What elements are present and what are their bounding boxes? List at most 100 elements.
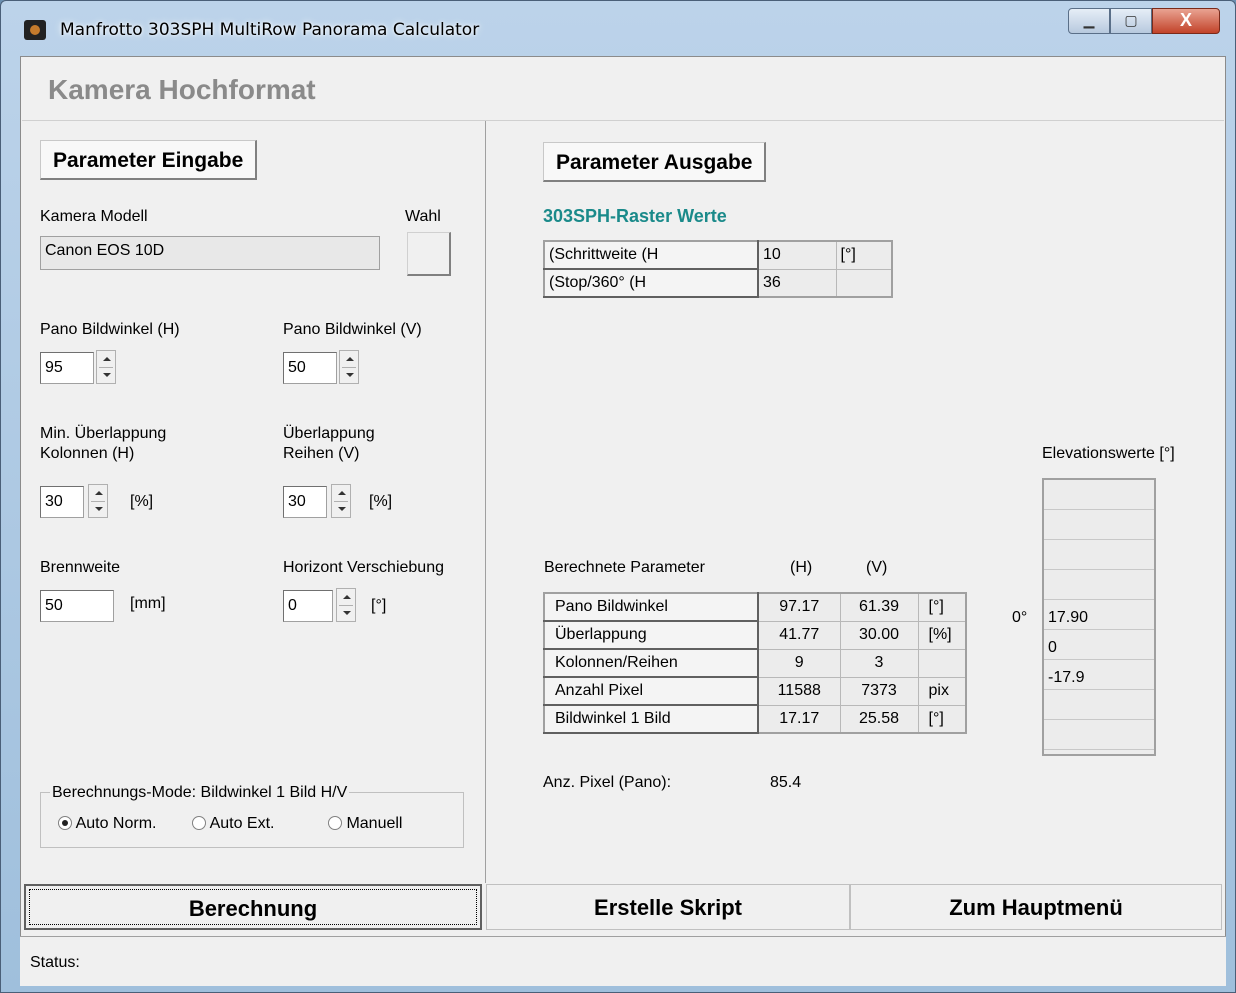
status-bar (20, 936, 1226, 986)
focal-length-input[interactable]: 50 (40, 590, 114, 622)
list-item (1044, 720, 1154, 750)
table-row: Pano Bildwinkel 97.17 61.39 [°] (543, 592, 967, 622)
title-divider (22, 120, 1224, 121)
elevation-list: 17.90 0 -17.9 (1042, 478, 1156, 756)
mode-auto-norm[interactable]: Auto Norm. (58, 814, 156, 834)
param-h: 9 (757, 648, 841, 678)
param-label: Pano Bildwinkel (543, 592, 759, 622)
param-h: 97.17 (757, 592, 841, 622)
hauptmenu-button[interactable]: Zum Hauptmenü (850, 884, 1222, 930)
focal-length-label: Brennweite (40, 559, 121, 576)
maximize-button[interactable]: ▢ (1110, 8, 1152, 34)
param-v: 61.39 (839, 592, 919, 622)
pixel-pano-label: Anz. Pixel (Pano): (543, 774, 672, 791)
table-row: (Schrittweite (H 10 [°] (543, 240, 893, 270)
table-row: Kolonnen/Reihen 9 3 (543, 648, 967, 678)
pano-v-label: Pano Bildwinkel (V) (283, 321, 422, 338)
close-button[interactable]: X (1152, 8, 1220, 34)
erstelle-skript-button[interactable]: Erstelle Skript (486, 884, 850, 930)
param-h: 41.77 (757, 620, 841, 650)
window-title: Manfrotto 303SPH MultiRow Panorama Calcu… (60, 20, 480, 40)
param-unit: [%] (917, 620, 967, 650)
col-h-header: (H) (790, 559, 813, 576)
param-unit: pix (917, 676, 967, 706)
overlap-rows-stepper[interactable] (331, 484, 351, 518)
choose-camera-button[interactable] (407, 232, 451, 276)
table-row: (Stop/360° (H 36 (543, 268, 893, 298)
radio-icon[interactable] (192, 816, 206, 830)
param-unit: [°] (917, 704, 967, 734)
param-h: 17.17 (757, 704, 841, 734)
parameter-ausgabe-button[interactable]: Parameter Ausgabe (543, 142, 767, 182)
raster-row-unit (835, 268, 893, 298)
camera-icon (24, 20, 46, 40)
horizon-shift-unit: [°] (371, 597, 387, 614)
focal-length-unit: [mm] (130, 595, 166, 612)
mode-manuell[interactable]: Manuell (328, 814, 402, 834)
list-item: -17.9 (1044, 660, 1154, 690)
param-label: Anzahl Pixel (543, 676, 759, 706)
title-bar[interactable]: Manfrotto 303SPH MultiRow Panorama Calcu… (0, 0, 1236, 44)
table-row: Anzahl Pixel 11588 7373 pix (543, 676, 967, 706)
calc-params-title: Berechnete Parameter (544, 559, 705, 576)
raster-table: (Schrittweite (H 10 [°] (Stop/360° (H 36 (543, 240, 893, 298)
overlap-rows-input[interactable]: 30 (283, 486, 327, 518)
pixel-pano-value: 85.4 (770, 774, 802, 791)
param-v: 3 (839, 648, 919, 678)
choose-label: Wahl (405, 208, 441, 225)
raster-row-label: (Stop/360° (H (543, 268, 759, 298)
parameter-eingabe-button[interactable]: Parameter Eingabe (40, 140, 258, 180)
radio-checked-icon[interactable] (58, 816, 72, 830)
overlap-rows-unit: [%] (369, 493, 393, 510)
list-item (1044, 540, 1154, 570)
raster-row-unit: [°] (835, 240, 893, 270)
list-item (1044, 690, 1154, 720)
calc-params-table: Pano Bildwinkel 97.17 61.39 [°] Überlapp… (543, 592, 967, 734)
overlap-rows-label: Überlappung Reihen (V) (283, 425, 375, 462)
mode-auto-ext[interactable]: Auto Ext. (192, 814, 274, 834)
overlap-cols-label: Min. Überlappung Kolonnen (H) (40, 425, 167, 462)
camera-model-label: Kamera Modell (40, 208, 148, 225)
param-v: 7373 (839, 676, 919, 706)
calc-mode-legend: Berechnungs-Mode: Bildwinkel 1 Bild H/V (50, 783, 350, 803)
berechnung-button[interactable]: Berechnung (24, 884, 482, 930)
pano-v-stepper[interactable] (339, 350, 359, 384)
page-title: Kamera Hochformat (48, 74, 316, 105)
minimize-button[interactable]: ▁ (1068, 8, 1110, 34)
panel-divider (485, 121, 486, 883)
param-v: 25.58 (839, 704, 919, 734)
list-item (1044, 510, 1154, 540)
radio-icon[interactable] (328, 816, 342, 830)
horizon-shift-stepper[interactable] (336, 588, 356, 622)
table-row: Überlappung 41.77 30.00 [%] (543, 620, 967, 650)
list-item (1044, 570, 1154, 600)
raster-row-value: 36 (757, 268, 837, 298)
horizon-shift-input[interactable]: 0 (283, 590, 333, 622)
param-label: Bildwinkel 1 Bild (543, 704, 759, 734)
table-row: Bildwinkel 1 Bild 17.17 25.58 [°] (543, 704, 967, 734)
overlap-cols-input[interactable]: 30 (40, 486, 84, 518)
overlap-cols-stepper[interactable] (88, 484, 108, 518)
raster-title: 303SPH-Raster Werte (543, 206, 727, 226)
horizon-shift-label: Horizont Verschiebung (283, 559, 444, 576)
pano-h-stepper[interactable] (96, 350, 116, 384)
pano-h-input[interactable]: 95 (40, 352, 94, 384)
pano-h-label: Pano Bildwinkel (H) (40, 321, 180, 338)
param-h: 11588 (757, 676, 841, 706)
status-label: Status: (30, 954, 80, 971)
raster-row-label: (Schrittweite (H (543, 240, 759, 270)
zero-marker: 0° (1012, 609, 1028, 626)
param-label: Überlappung (543, 620, 759, 650)
pano-v-input[interactable]: 50 (283, 352, 337, 384)
list-item (1044, 480, 1154, 510)
list-item: 17.90 (1044, 600, 1154, 630)
overlap-cols-unit: [%] (130, 493, 154, 510)
camera-model-field[interactable]: Canon EOS 10D (40, 236, 380, 270)
list-item: 0 (1044, 630, 1154, 660)
elevation-title: Elevationswerte [°] (1042, 445, 1175, 462)
raster-row-value: 10 (757, 240, 837, 270)
param-v: 30.00 (839, 620, 919, 650)
param-unit (917, 648, 967, 678)
param-unit: [°] (917, 592, 967, 622)
col-v-header: (V) (866, 559, 888, 576)
